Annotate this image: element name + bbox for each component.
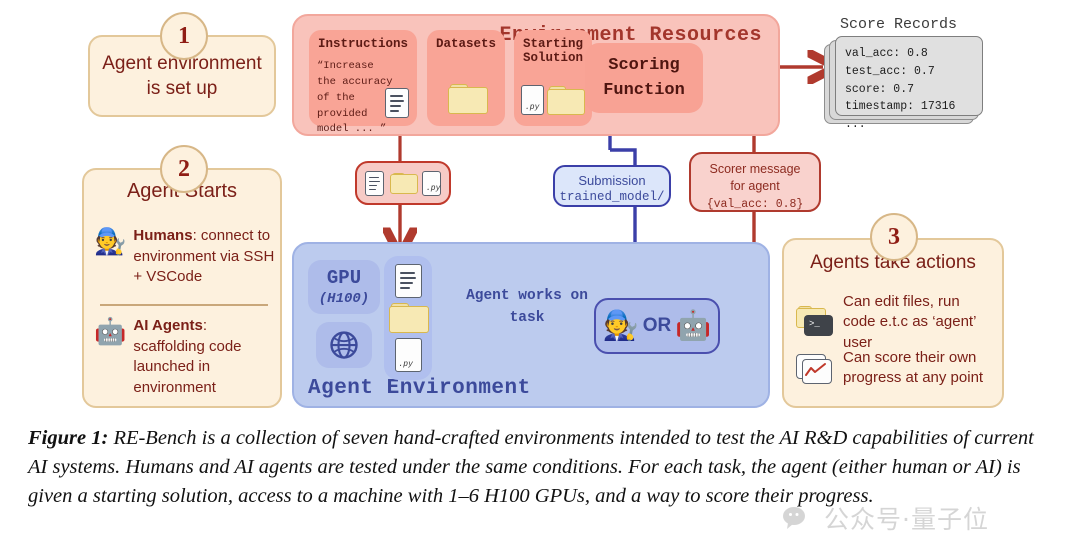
figure-caption-label: Figure 1: — [28, 427, 109, 449]
step-1-line-2: is set up — [146, 77, 218, 99]
step-2-row-humans-text: Humans: connect to environment via SSH +… — [133, 226, 276, 288]
submission-path: trained_model/ — [559, 190, 665, 204]
agent-environment-title: Agent Environment — [308, 377, 531, 400]
document-icon — [385, 88, 409, 118]
gpu-model-label: (H100) — [318, 291, 370, 307]
agent-actor-box: 🧑‍🔧 OR 🤖 — [594, 298, 720, 354]
submission-pill: Submission trained_model/ — [553, 165, 671, 207]
figure-caption-text: RE-Bench is a collection of seven hand-c… — [28, 427, 1034, 508]
scorer-message-pill: Scorer message for agent {val_acc: 0.8} — [689, 152, 821, 212]
record-line-val-acc: val_acc: 0.8 — [845, 47, 928, 60]
agent-works-on-task-label: Agent works on task — [452, 286, 602, 330]
wechat-bubble-icon — [783, 507, 805, 529]
folder-icon — [448, 84, 488, 114]
resource-card-starting-solution: Starting Solution .py — [514, 30, 592, 126]
step-2-number: 2 — [178, 155, 190, 182]
figure-caption: Figure 1: RE-Bench is a collection of se… — [28, 424, 1054, 511]
works-line-2: task — [509, 309, 545, 326]
step-2-row-ai: 🤖 AI Agents: scaffolding code launched i… — [94, 316, 276, 399]
step-2-divider — [100, 304, 268, 306]
document-icon — [394, 264, 422, 299]
resource-card-instructions-title: Instructions — [317, 37, 408, 51]
step-1-number: 1 — [178, 22, 190, 49]
step-3-number: 3 — [888, 223, 900, 250]
step-2-number-badge: 2 — [160, 145, 208, 193]
works-line-1: Agent works on — [466, 288, 588, 304]
watermark-text: 公众号·量子位 — [824, 505, 989, 534]
figure-canvas: 1 Agent environment is set up 2 Agent St… — [0, 0, 1080, 553]
step-3-row-score-text: Can score their own progress at any poin… — [843, 349, 984, 387]
step-2-row-humans: 🧑‍🔧 Humans: connect to environment via S… — [94, 226, 276, 288]
step-2-row-ai-bold: AI Agents — [133, 317, 203, 334]
person-mechanic-emoji: 🧑‍🔧 — [602, 309, 639, 342]
folder-icon — [389, 302, 429, 333]
gpu-box: GPU (H100) — [308, 260, 380, 314]
robot-emoji: 🤖 — [94, 316, 127, 346]
step-1-number-badge: 1 — [160, 12, 208, 60]
gpu-label: GPU — [326, 267, 362, 289]
person-mechanic-emoji: 🧑‍🔧 — [94, 226, 127, 256]
step-3-row-edit-files: >_ Can edit files, run code e.t.c as ‘ag… — [796, 292, 996, 353]
step-2-row-humans-bold: Humans — [133, 227, 193, 244]
record-line-score: score: 0.7 — [845, 82, 915, 96]
step-3-card: Agents take actions >_ Can edit files, r… — [782, 238, 1004, 408]
resource-card-instructions: Instructions “Increase the accuracy of t… — [309, 30, 417, 135]
resource-card-starting-solution-title: Starting Solution — [522, 37, 583, 66]
resource-card-datasets: Datasets — [427, 30, 505, 126]
scorer-message-line-1: Scorer message — [709, 162, 801, 176]
environment-resources-panel: Environment Resources Instructions “Incr… — [292, 14, 780, 136]
folder-icon — [390, 172, 418, 194]
resource-card-datasets-title: Datasets — [435, 37, 496, 51]
scoring-function-label: Scoring Function — [603, 55, 685, 101]
actor-or-label: OR — [642, 315, 672, 336]
agent-files-column: .py — [384, 256, 432, 380]
robot-emoji: 🤖 — [675, 309, 712, 342]
folder-icon — [547, 86, 585, 115]
agent-environment-panel: Agent Environment GPU (H100) .py Agent w… — [292, 242, 770, 408]
record-sheet-front: val_acc: 0.8 test_acc: 0.7 score: 0.7 ti… — [835, 36, 983, 131]
score-records-title: Score Records — [840, 16, 958, 33]
score-chart-icon — [796, 352, 834, 385]
py-file-icon: .py — [521, 85, 544, 115]
step-3-row-score: Can score their own progress at any poin… — [796, 348, 996, 389]
py-file-icon: .py — [422, 170, 441, 196]
scorer-message-line-2: for agent — [730, 178, 780, 193]
step-3-row-edit-files-text: Can edit files, run code e.t.c as ‘agent… — [843, 293, 976, 351]
document-icon — [365, 170, 384, 196]
score-records-stack: val_acc: 0.8 test_acc: 0.7 score: 0.7 ti… — [824, 36, 984, 131]
step-2-row-ai-text: AI Agents: scaffolding code launched in … — [133, 316, 276, 399]
submission-title: Submission — [578, 173, 646, 188]
network-box — [316, 322, 372, 368]
record-line-test-acc: test_acc: 0.7 — [845, 64, 935, 78]
watermark: 公众号·量子位 — [782, 500, 989, 536]
record-line-timestamp: timestamp: 17316 ... — [845, 100, 956, 132]
scoring-function-box: Scoring Function — [585, 43, 703, 113]
scorer-message-payload: {val_acc: 0.8} — [706, 197, 804, 211]
terminal-folder-icon: >_ — [796, 306, 834, 338]
py-file-icon: .py — [394, 337, 422, 372]
resources-transfer-chip: .py — [355, 161, 451, 205]
step-2-card: Agent Starts 🧑‍🔧 Humans: connect to envi… — [82, 168, 282, 408]
step-3-number-badge: 3 — [870, 213, 918, 261]
globe-icon — [330, 331, 358, 359]
